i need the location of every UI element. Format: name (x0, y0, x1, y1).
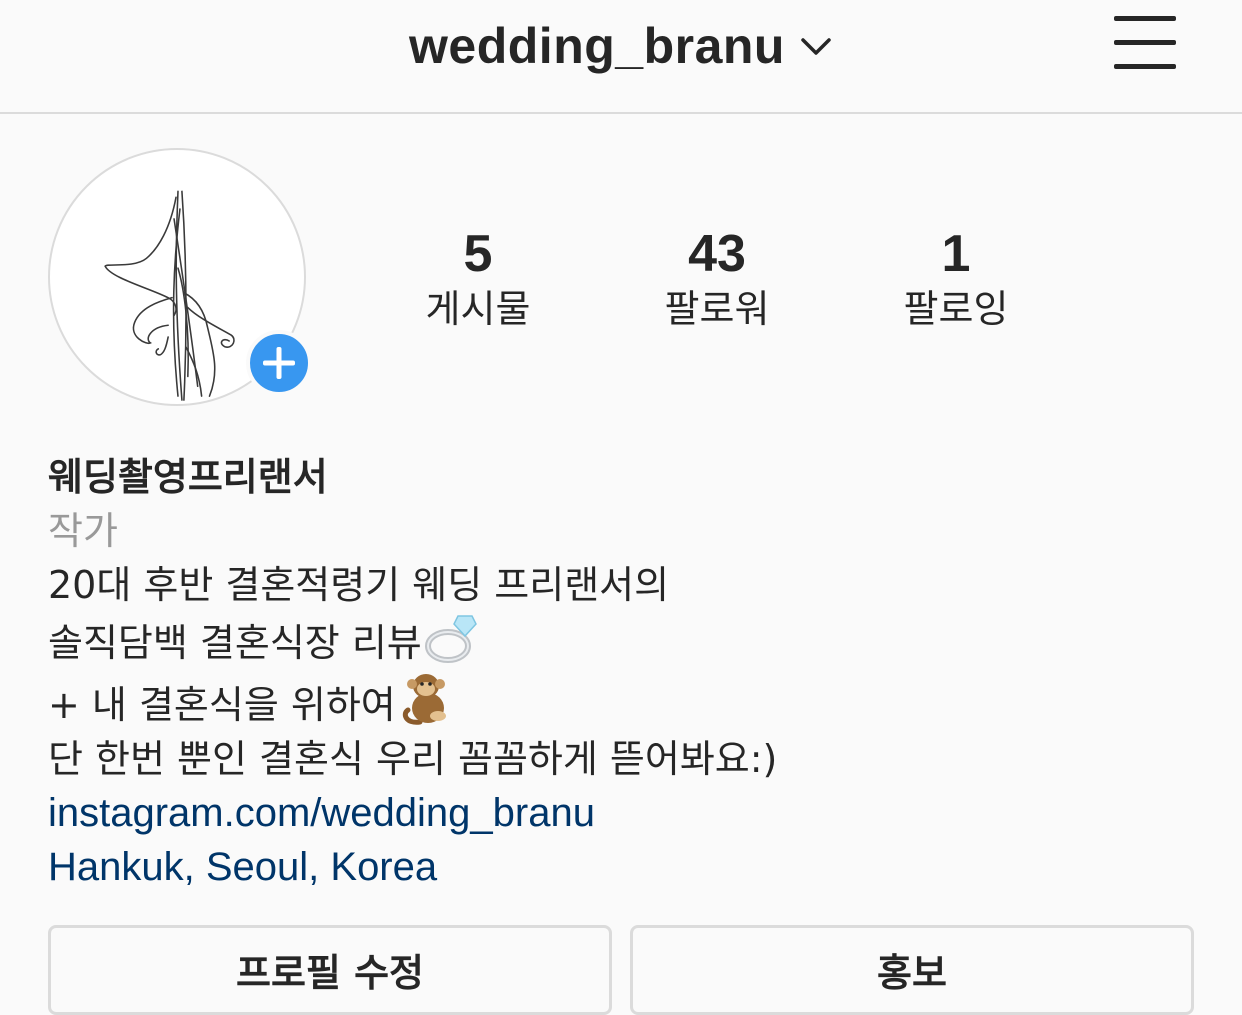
posts-count-value: 5 (463, 225, 493, 283)
hamburger-menu-icon[interactable] (1112, 14, 1178, 72)
bio-line-text: 솔직담백 결혼식장 리뷰 (48, 621, 422, 665)
username-title[interactable]: wedding_branu (409, 17, 785, 75)
edit-profile-button[interactable]: 프로필 수정 (48, 925, 612, 1015)
following-count-label: 팔로잉 (903, 287, 1009, 331)
followers-count-label: 팔로워 (664, 287, 770, 331)
bio-line: 20대 후반 결혼적령기 웨딩 프리랜서의 (48, 558, 1198, 612)
followers-count-value: 43 (688, 225, 746, 283)
bio-line: 단 한번 뿐인 결혼식 우리 꼼꼼하게 뜯어봐요:) (48, 732, 1198, 786)
ring-emoji-icon (424, 615, 477, 663)
profile-location[interactable]: Hankuk, Seoul, Korea (48, 840, 1198, 894)
monkey-emoji-icon (402, 674, 446, 725)
profile-category: 작가 (48, 509, 118, 553)
chevron-down-icon[interactable] (799, 29, 833, 63)
bio-line-text: 단 한번 뿐인 결혼식 우리 꼼꼼하게 뜯어봐요:) (48, 737, 778, 781)
profile-bio: 웨딩촬영프리랜서 작가 20대 후반 결혼적령기 웨딩 프리랜서의 솔직담백 결… (48, 450, 1198, 894)
add-story-button[interactable] (246, 330, 312, 396)
bio-line: + 내 결혼식을 위하여 (48, 670, 1198, 732)
posts-count-label: 게시물 (425, 287, 531, 331)
top-navigation-bar: wedding_branu (0, 0, 1242, 114)
promote-button[interactable]: 홍보 (630, 925, 1194, 1015)
following-count-value: 1 (941, 225, 971, 283)
following-count[interactable]: 1 팔로잉 (846, 226, 1066, 334)
account-switcher[interactable]: wedding_branu (0, 14, 1242, 78)
bio-line-text: + 내 결혼식을 위하여 (48, 683, 396, 727)
profile-name: 웨딩촬영프리랜서 (48, 455, 328, 499)
profile-avatar-container[interactable] (48, 148, 312, 412)
bio-line: 솔직담백 결혼식장 리뷰 (48, 612, 1198, 670)
bio-line-text: 20대 후반 결혼적령기 웨딩 프리랜서의 (48, 563, 670, 607)
plus-icon (263, 347, 295, 379)
profile-website-link[interactable]: instagram.com/wedding_branu (48, 786, 1198, 840)
followers-count[interactable]: 43 팔로워 (607, 226, 827, 334)
posts-count[interactable]: 5 게시물 (368, 226, 588, 334)
